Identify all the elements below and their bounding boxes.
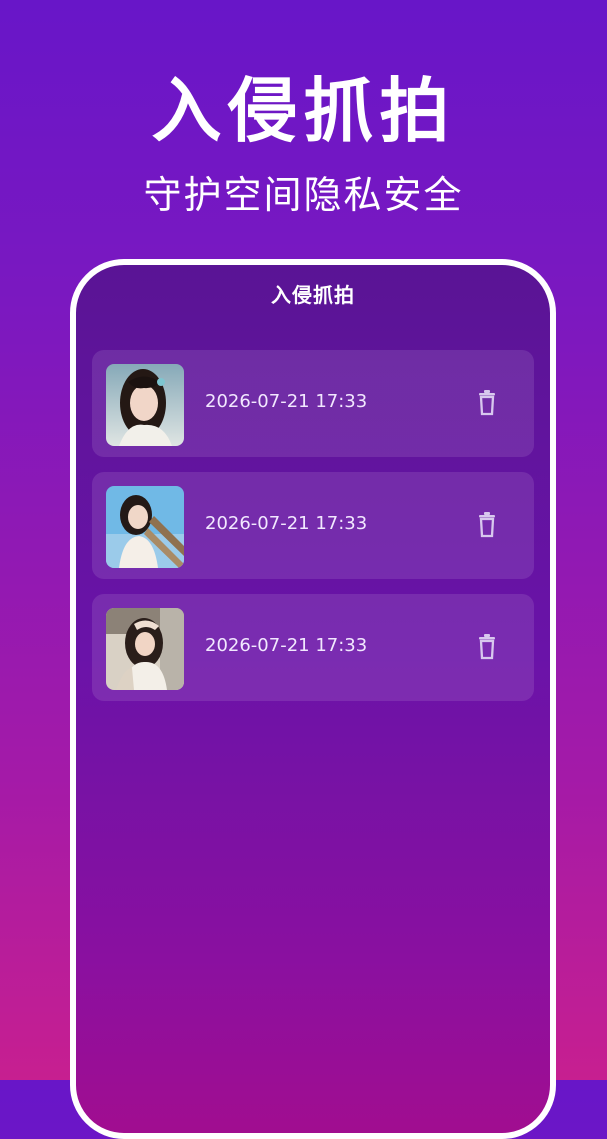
- phone-mockup: 入侵抓拍 2026-07-21 17:33 2026-07-21 17:33 2…: [70, 259, 556, 1139]
- hero-subtitle: 守护空间隐私安全: [143, 173, 464, 217]
- capture-thumbnail[interactable]: [106, 608, 184, 690]
- capture-record-card[interactable]: 2026-07-21 17:33: [92, 472, 534, 579]
- capture-time: 2026-07-21 17:33: [205, 635, 368, 656]
- trash-icon[interactable]: [476, 390, 498, 416]
- capture-time: 2026-07-21 17:33: [205, 513, 368, 534]
- capture-thumbnail[interactable]: [106, 486, 184, 568]
- capture-thumbnail[interactable]: [106, 364, 184, 446]
- trash-icon[interactable]: [476, 634, 498, 660]
- capture-record-card[interactable]: 2026-07-21 17:33: [92, 350, 534, 457]
- hero-title: 入侵抓拍: [151, 70, 456, 152]
- capture-record-list: 2026-07-21 17:33 2026-07-21 17:33 2026-0…: [92, 350, 534, 716]
- capture-time: 2026-07-21 17:33: [205, 391, 368, 412]
- trash-icon[interactable]: [476, 512, 498, 538]
- screen-title: 入侵抓拍: [271, 283, 355, 307]
- capture-record-card[interactable]: 2026-07-21 17:33: [92, 594, 534, 701]
